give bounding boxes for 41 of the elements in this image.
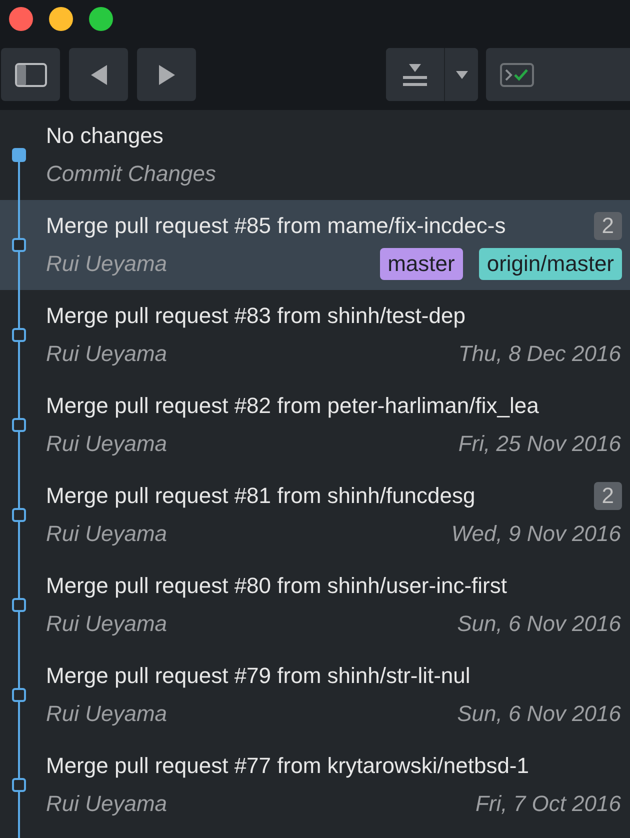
commit-date: Thu, 8 Dec 2016 — [458, 341, 622, 367]
author-name: Rui Ueyama — [46, 521, 168, 547]
commit-title: Merge pull request #82 from peter-harliman/fix_lea — [46, 393, 539, 419]
branch-tag: origin/master — [478, 248, 622, 280]
minimize-button[interactable] — [49, 6, 73, 30]
count-badge: 2 — [594, 212, 622, 240]
author-name: Rui Ueyama — [46, 611, 168, 637]
close-button[interactable] — [9, 6, 33, 30]
commit-title: Merge pull request #77 from krytarowski/netbsd-1 — [46, 753, 529, 779]
author-name: Rui Ueyama — [46, 701, 168, 727]
commit-row[interactable]: Merge pull request #85 from mame/fix-incdec-s 2 Rui Ueyama master origin/master — [0, 200, 630, 290]
commit-action-label: Commit Changes — [46, 161, 216, 187]
commit-title: Merge pull request #80 from shinh/user-inc-first — [46, 573, 507, 599]
author-name: Rui Ueyama — [46, 791, 168, 817]
forward-button[interactable] — [137, 48, 196, 101]
commit-date: Fri, 25 Nov 2016 — [458, 431, 622, 457]
author-name: Rui Ueyama — [46, 251, 168, 277]
count-badge: 2 — [594, 482, 622, 510]
terminal-button[interactable] — [486, 48, 630, 101]
back-arrow-icon — [90, 64, 106, 84]
commit-date: Fri, 7 Oct 2016 — [475, 791, 622, 817]
commit-date: Sun, 6 Nov 2016 — [457, 701, 622, 727]
back-button[interactable] — [69, 48, 128, 101]
terminal-check-icon — [500, 62, 534, 86]
caret-icon — [456, 70, 468, 78]
branch-tag: master — [380, 248, 463, 280]
zoom-button[interactable] — [89, 6, 113, 30]
commit-title: Merge pull request #85 from mame/fix-incdec-s — [46, 213, 506, 239]
download-icon — [403, 64, 427, 86]
commit-date: Sun, 6 Nov 2016 — [457, 611, 622, 637]
forward-arrow-icon — [158, 64, 174, 84]
commit-date: Wed, 9 Nov 2016 — [451, 521, 622, 547]
commit-title: Merge pull request #81 from shinh/funcdesg — [46, 483, 476, 509]
commit-title: Merge pull request #79 from shinh/str-lit-nul — [46, 663, 470, 689]
commit-title: Merge pull request #83 from shinh/test-dep — [46, 303, 466, 329]
sidebar-icon — [14, 62, 46, 86]
author-name: Rui Ueyama — [46, 431, 168, 457]
commit-title: No changes — [46, 123, 164, 149]
sidebar-toggle-button[interactable] — [1, 48, 60, 101]
download-button[interactable] — [386, 48, 445, 101]
author-name: Rui Ueyama — [46, 341, 168, 367]
